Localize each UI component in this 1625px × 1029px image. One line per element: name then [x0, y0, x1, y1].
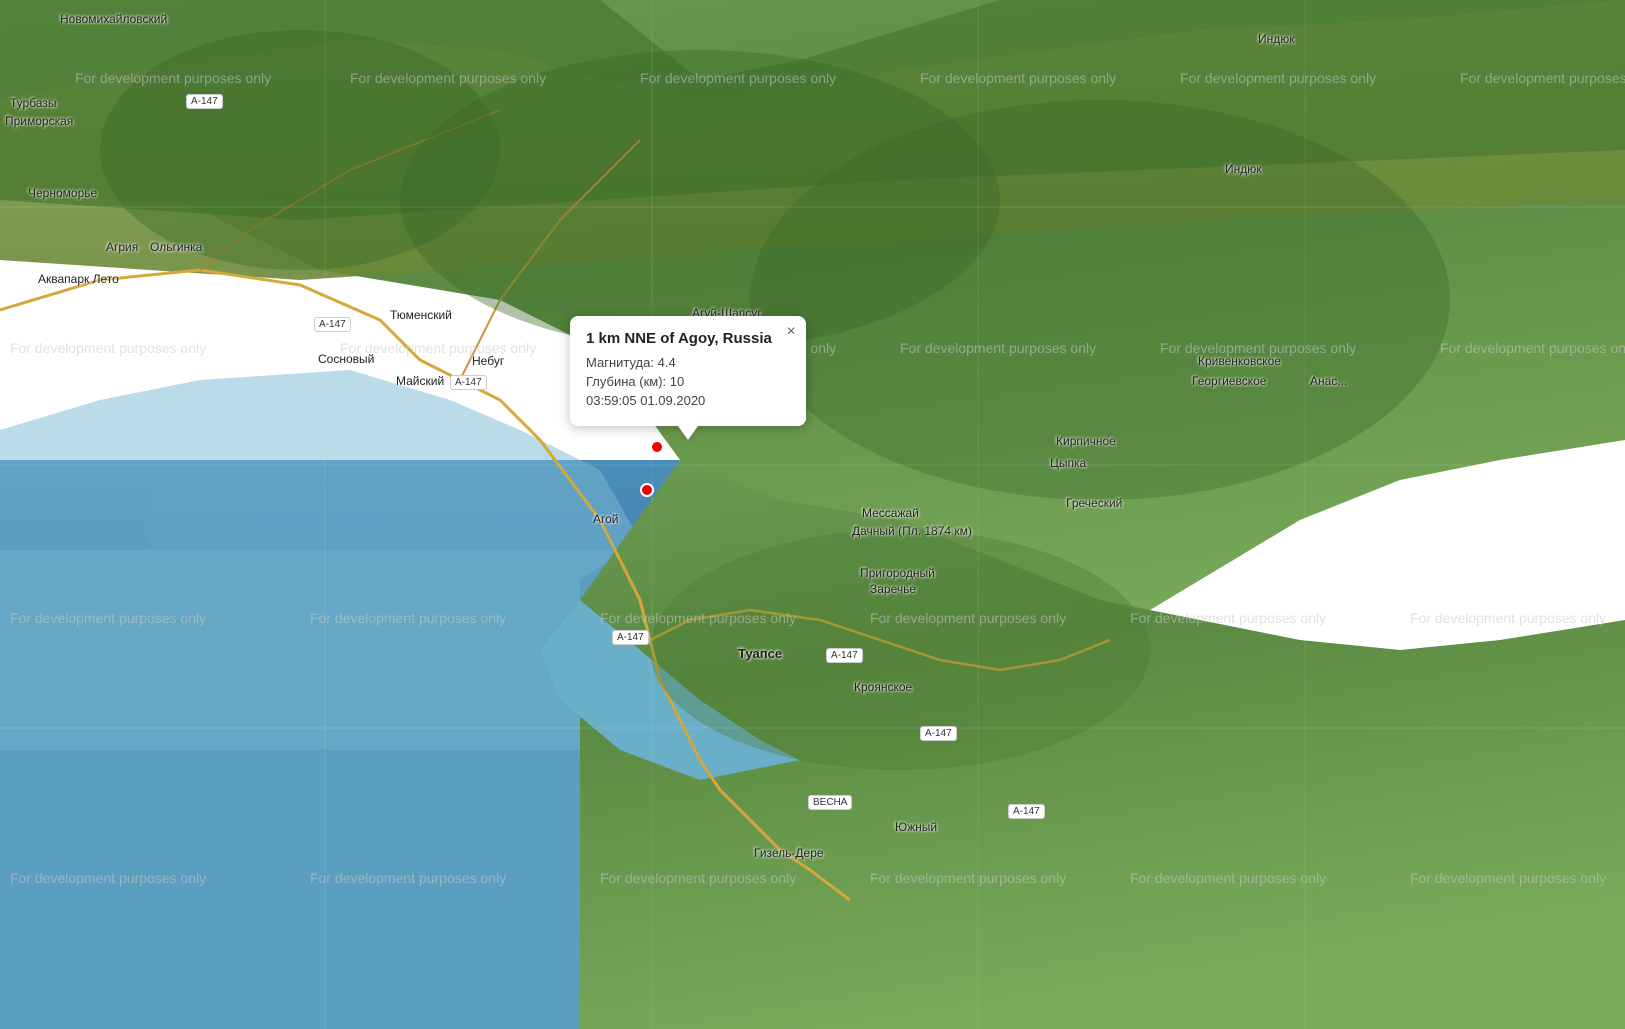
city-label: Черноморье	[28, 186, 97, 200]
city-label: Заречье	[870, 582, 916, 596]
city-label: Туапсе	[738, 646, 782, 661]
earthquake-popup: × 1 km NNE of Agoy, Russia Магнитуда: 4.…	[570, 316, 806, 426]
city-label: Кроянское	[854, 680, 912, 694]
city-label: Индюк	[1258, 32, 1295, 46]
city-label: Майский	[396, 374, 444, 388]
city-label: Цыпка	[1050, 456, 1086, 470]
map-container: For development purposes onlyFor develop…	[0, 0, 1625, 1029]
city-label: Гизель-Дере	[754, 846, 824, 860]
city-label: Индюк	[1225, 162, 1262, 176]
road-label: А-147	[826, 648, 863, 663]
city-label: Аквапарк Лето	[38, 272, 119, 286]
city-label: Приморская	[5, 114, 73, 128]
city-label: Ольгинка	[150, 240, 202, 254]
road-label: А-147	[186, 94, 223, 109]
city-label: Турбазы	[10, 96, 56, 110]
road-label: ВЕСНА	[808, 795, 852, 810]
city-label: Пригородный	[860, 566, 935, 580]
city-label: Небуг	[472, 354, 504, 368]
city-label: Греческий	[1066, 496, 1122, 510]
map-background	[0, 0, 1625, 1029]
city-label: Новомихайловский	[60, 12, 167, 26]
city-label: Георгиевское	[1192, 374, 1266, 388]
earthquake-marker[interactable]	[640, 483, 654, 497]
popup-title: 1 km NNE of Agoy, Russia	[586, 330, 790, 347]
city-label: Сосновый	[318, 352, 374, 366]
city-label: Агрия	[106, 240, 138, 254]
city-label: Анас...	[1310, 374, 1347, 388]
popup-depth: Глубина (км): 10	[586, 374, 790, 389]
city-label: Дачный (Пл. 1874 км)	[852, 524, 972, 538]
city-label: Южный	[895, 820, 937, 834]
city-label: Кирпичное	[1056, 434, 1116, 448]
road-label: А-147	[450, 375, 487, 390]
road-label: А-147	[612, 630, 649, 645]
popup-magnitude: Магнитуда: 4.4	[586, 355, 790, 370]
popup-time: 03:59:05 01.09.2020	[586, 393, 790, 408]
city-label: Кривенковское	[1198, 354, 1281, 368]
earthquake-marker[interactable]	[650, 440, 664, 454]
city-label: Мессажай	[862, 506, 919, 520]
road-label: А-147	[1008, 804, 1045, 819]
city-label: Тюменский	[390, 308, 452, 322]
city-label: Агой	[593, 512, 619, 526]
road-label: А-147	[920, 726, 957, 741]
road-label: А-147	[314, 317, 351, 332]
popup-close-button[interactable]: ×	[787, 324, 796, 340]
